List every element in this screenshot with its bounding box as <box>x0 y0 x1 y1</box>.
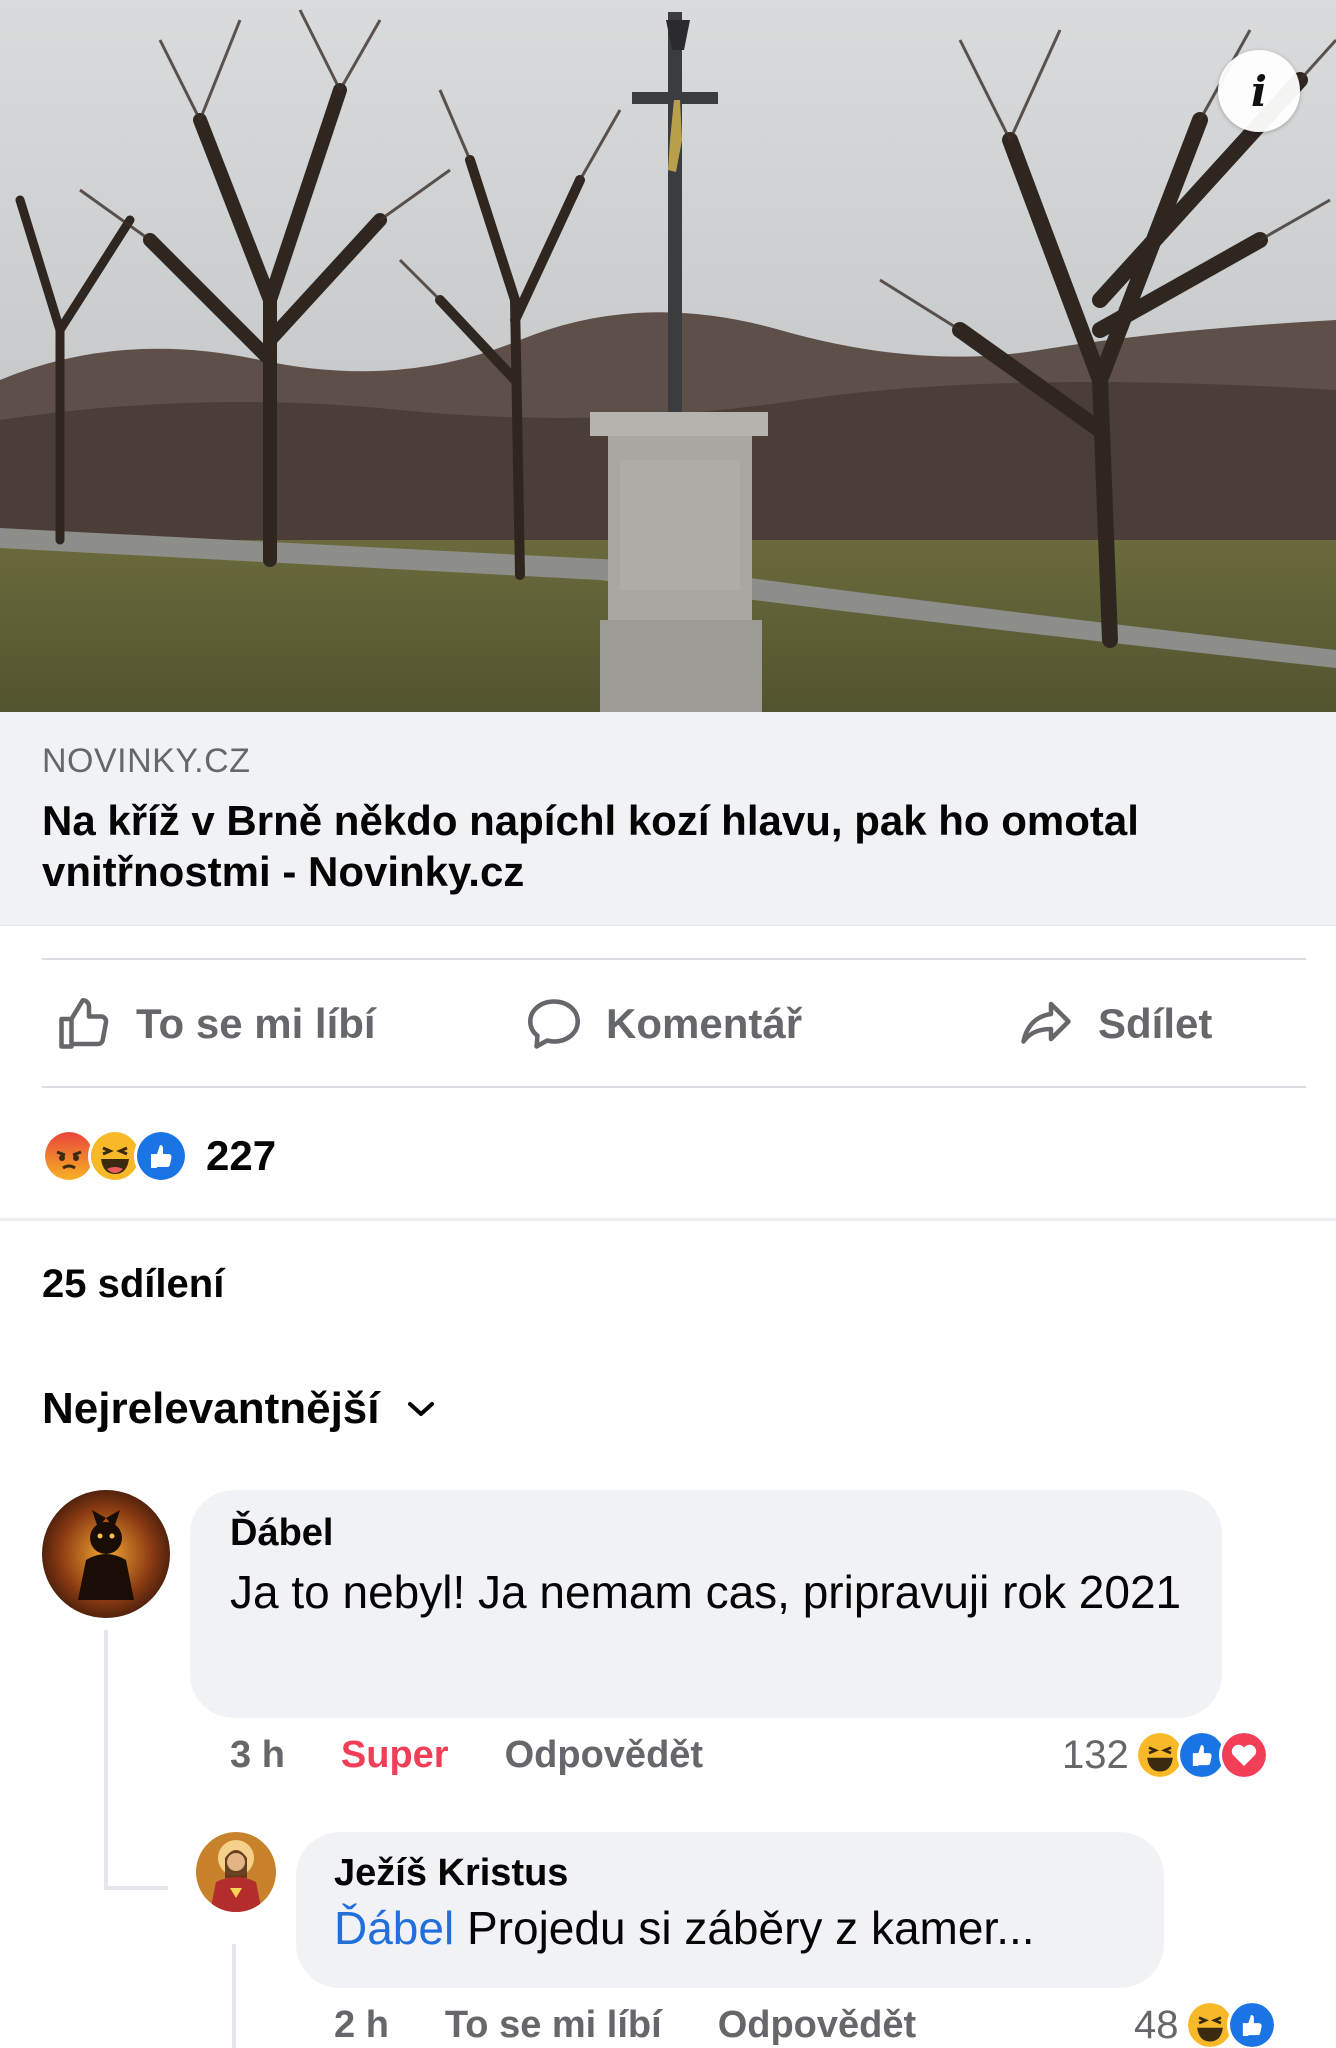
reply-reply-button[interactable]: Odpovědět <box>718 2004 916 2047</box>
reply-reaction-count: 48 <box>1134 2002 1179 2047</box>
comment-reaction-count: 132 <box>1062 1732 1129 1777</box>
love-icon <box>1218 1730 1269 1780</box>
like-label: To se mi líbí <box>136 1000 376 1047</box>
avatar-dabel[interactable] <box>42 1490 170 1618</box>
link-title: Na kříž v Brně někdo napíchl kozí hlavu,… <box>42 797 1139 895</box>
reaction-count: 227 <box>206 1132 277 1179</box>
comment-text: Ja to nebyl! Ja nemam cas, pripravuji ro… <box>230 1566 1182 1618</box>
sort-label: Nejrelevantnější <box>42 1384 380 1433</box>
link-preview[interactable]: NOVINKY.CZ Na kříž v Brně někdo napíchl … <box>0 712 1336 926</box>
comment-icon <box>528 999 580 1049</box>
like-button[interactable]: To se mi líbí <box>54 960 376 1088</box>
reply-time[interactable]: 2 h <box>334 2004 389 2047</box>
share-icon <box>1021 1001 1071 1044</box>
thumbs-up-icon <box>59 998 109 1049</box>
info-button[interactable]: i <box>1218 50 1300 132</box>
reaction-icons <box>42 1129 188 1183</box>
avatar-jezis-kristus[interactable] <box>196 1832 276 1912</box>
comment-reactions[interactable]: 132 <box>1062 1730 1269 1780</box>
like-icon <box>134 1129 188 1183</box>
facebook-post-screen: i NOVINKY.CZ Na kříž v Brně někdo napích… <box>0 0 1336 2048</box>
action-bar: To se mi líbí Komentář Sdílet <box>0 960 1336 1088</box>
chevron-down-icon <box>407 1402 434 1416</box>
comment-label: Komentář <box>606 1000 803 1047</box>
reply-bubble[interactable]: Ježíš Kristus Ďábel Projedu si záběry z … <box>296 1832 1164 1988</box>
reply-author[interactable]: Ježíš Kristus <box>334 1852 1126 1895</box>
reactions-summary[interactable]: 227 <box>42 1126 276 1186</box>
reply-button[interactable]: Odpovědět <box>505 1734 703 1777</box>
like-icon <box>1226 2000 1277 2048</box>
comment-author[interactable]: Ďábel <box>230 1512 1184 1555</box>
comment-reaction-super[interactable]: Super <box>341 1734 449 1777</box>
mention-link[interactable]: Ďábel <box>334 1902 454 1954</box>
shares-count[interactable]: 25 sdílení <box>42 1262 224 1307</box>
comment-time[interactable]: 3 h <box>230 1734 285 1777</box>
divider <box>42 1086 1306 1088</box>
share-label: Sdílet <box>1098 1000 1213 1047</box>
reply-reactions[interactable]: 48 <box>1134 2000 1277 2048</box>
reply-like-button[interactable]: To se mi líbí <box>445 2004 662 2047</box>
reply-text: Projedu si záběry z kamer... <box>466 1902 1035 1954</box>
link-domain: NOVINKY.CZ <box>42 742 251 780</box>
thread-line <box>232 1944 236 2048</box>
post-photo[interactable]: i <box>0 0 1336 712</box>
comment-bubble[interactable]: Ďábel Ja to nebyl! Ja nemam cas, priprav… <box>190 1490 1222 1718</box>
comment-sort-dropdown[interactable]: Nejrelevantnější <box>42 1384 436 1434</box>
crucifix-landscape-image <box>0 0 1336 712</box>
thread-line <box>104 1886 168 1890</box>
reply-meta: 2 h To se mi líbí Odpovědět <box>334 2004 972 2047</box>
thread-line <box>104 1630 108 1890</box>
info-icon: i <box>1251 66 1267 116</box>
section-separator <box>0 1218 1336 1221</box>
comment-meta: 3 h Super Odpovědět <box>230 1734 759 1777</box>
share-button[interactable]: Sdílet <box>1016 960 1212 1088</box>
reply-text-line: Ďábel Projedu si záběry z kamer... <box>334 1899 1126 1957</box>
comment-button[interactable]: Komentář <box>524 960 802 1088</box>
